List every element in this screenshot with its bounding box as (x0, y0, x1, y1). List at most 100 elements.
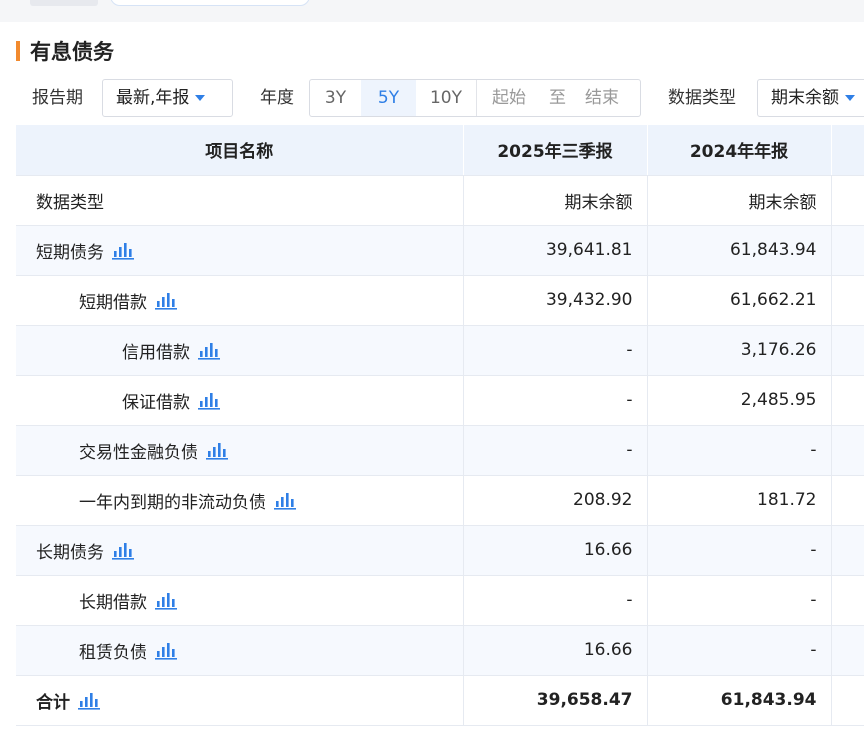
bar-chart-icon[interactable] (155, 592, 177, 610)
year-option-5y[interactable]: 5Y (361, 80, 416, 116)
row-item-name: 长期债务 (16, 525, 464, 576)
row-value-col-3 (831, 675, 864, 726)
year-label: 年度 (260, 88, 294, 108)
row-value-col-3 (831, 325, 864, 376)
year-option-10y[interactable]: 10Y (416, 80, 476, 116)
report-period-value: 最新,年报 (116, 88, 190, 108)
table-row: 长期借款 - - (16, 575, 864, 626)
row-item-label: 保证借款 (122, 392, 190, 413)
row-item-name: 交易性金融负债 (16, 425, 464, 476)
header-2024-annual[interactable]: 2024年年报 (647, 125, 832, 176)
row-value-col-3 (831, 225, 864, 276)
header-item-name: 项目名称 (16, 125, 464, 176)
range-to-text: 至 (549, 88, 566, 108)
row-item-label: 租赁负债 (79, 642, 147, 663)
row-value-col-2: 期末余额 (647, 175, 832, 226)
row-value-col-3 (831, 425, 864, 476)
row-value-col-3 (831, 375, 864, 426)
row-value-col-2: - (647, 575, 832, 626)
table-row: 数据类型 期末余额 期末余额 (16, 175, 864, 226)
row-value-col-3 (831, 525, 864, 576)
table-row: 交易性金融负债 - - (16, 425, 864, 476)
row-value-col-1: - (463, 575, 648, 626)
table-row: 一年内到期的非流动负债 208.92 181.72 (16, 475, 864, 526)
year-option-3y[interactable]: 3Y (310, 80, 361, 116)
row-value-col-1: 39,658.47 (463, 675, 648, 726)
header-2025-q3[interactable]: 2025年三季报 (463, 125, 648, 176)
row-item-label: 信用借款 (122, 342, 190, 363)
row-item-name: 租赁负债 (16, 625, 464, 676)
row-item-name: 合计 (16, 675, 464, 726)
report-period-select[interactable]: 最新,年报 (102, 79, 233, 117)
start-year-input[interactable]: 起始 (492, 80, 526, 116)
row-value-col-2: - (647, 625, 832, 676)
row-item-name: 长期借款 (16, 575, 464, 626)
row-value-col-3 (831, 625, 864, 676)
year-range-selector: 3Y 5Y 10Y 起始 至 结束 (309, 79, 641, 117)
table-row: 信用借款 -3,176.26 (16, 325, 864, 376)
row-item-name: 信用借款 (16, 325, 464, 376)
data-type-value: 期末余额 (771, 88, 839, 108)
table-header-row: 项目名称 2025年三季报 2024年年报 (16, 125, 864, 176)
data-type-label: 数据类型 (668, 88, 736, 108)
section-title-text: 有息债务 (30, 40, 114, 64)
end-year-input[interactable]: 结束 (585, 80, 619, 116)
bar-chart-icon[interactable] (155, 642, 177, 660)
bar-chart-icon[interactable] (274, 492, 296, 510)
segment-divider (476, 80, 477, 116)
row-value-col-3 (831, 575, 864, 626)
row-item-label: 长期借款 (79, 592, 147, 613)
table-row: 短期债务 39,641.81 61,843.94 (16, 225, 864, 276)
row-item-label: 短期借款 (79, 292, 147, 313)
row-value-col-2: 61,662.21 (647, 275, 832, 326)
top-strip (0, 0, 864, 22)
row-value-col-1: 208.92 (463, 475, 648, 526)
top-tab-fragment[interactable] (30, 0, 98, 6)
table-row: 保证借款 -2,485.95 (16, 375, 864, 426)
row-item-label: 短期债务 (36, 242, 104, 263)
row-item-name: 短期借款 (16, 275, 464, 326)
table-row: 长期债务 16.66- (16, 525, 864, 576)
table-row: 短期借款 39,432.90 61,662.21 (16, 275, 864, 326)
row-value-col-1: - (463, 375, 648, 426)
row-item-name: 一年内到期的非流动负债 (16, 475, 464, 526)
report-period-label: 报告期 (32, 88, 83, 108)
row-item-label: 合计 (36, 692, 70, 713)
row-value-col-1: 39,432.90 (463, 275, 648, 326)
row-value-col-1: - (463, 425, 648, 476)
bar-chart-icon[interactable] (206, 442, 228, 460)
table-total-row: 合计 39,658.47 61,843.94 (16, 675, 864, 726)
row-value-col-1: 16.66 (463, 525, 648, 576)
top-search-fragment[interactable] (110, 0, 310, 6)
row-value-col-2: 61,843.94 (647, 225, 832, 276)
row-item-label: 交易性金融负债 (79, 442, 198, 463)
filter-bar: 报告期 最新,年报 年度 3Y 5Y 10Y 起始 至 结束 数据类型 期末余额 (0, 78, 864, 118)
row-item-label: 一年内到期的非流动负债 (79, 492, 266, 513)
row-value-col-1: 39,641.81 (463, 225, 648, 276)
row-item-name: 保证借款 (16, 375, 464, 426)
bar-chart-icon[interactable] (112, 542, 134, 560)
bar-chart-icon[interactable] (155, 292, 177, 310)
caret-down-icon (845, 95, 855, 101)
row-item-label: 长期债务 (36, 542, 104, 563)
row-value-col-2: - (647, 425, 832, 476)
title-accent-bar (16, 41, 20, 61)
row-value-col-2: 2,485.95 (647, 375, 832, 426)
bar-chart-icon[interactable] (78, 692, 100, 710)
row-value-col-1: 期末余额 (463, 175, 648, 226)
header-next-period[interactable] (831, 125, 864, 176)
row-value-col-1: - (463, 325, 648, 376)
row-item-name: 短期债务 (16, 225, 464, 276)
bar-chart-icon[interactable] (198, 342, 220, 360)
row-item-label: 数据类型 (36, 192, 104, 213)
row-value-col-3 (831, 275, 864, 326)
bar-chart-icon[interactable] (112, 242, 134, 260)
caret-down-icon (195, 95, 206, 101)
data-type-select[interactable]: 期末余额 (757, 79, 864, 117)
row-value-col-2: 61,843.94 (647, 675, 832, 726)
debt-table: 项目名称 2025年三季报 2024年年报 数据类型 期末余额 期末余额短期债务 39… (16, 125, 864, 726)
row-value-col-3 (831, 175, 864, 226)
bar-chart-icon[interactable] (198, 392, 220, 410)
row-item-name: 数据类型 (16, 175, 464, 226)
row-value-col-1: 16.66 (463, 625, 648, 676)
